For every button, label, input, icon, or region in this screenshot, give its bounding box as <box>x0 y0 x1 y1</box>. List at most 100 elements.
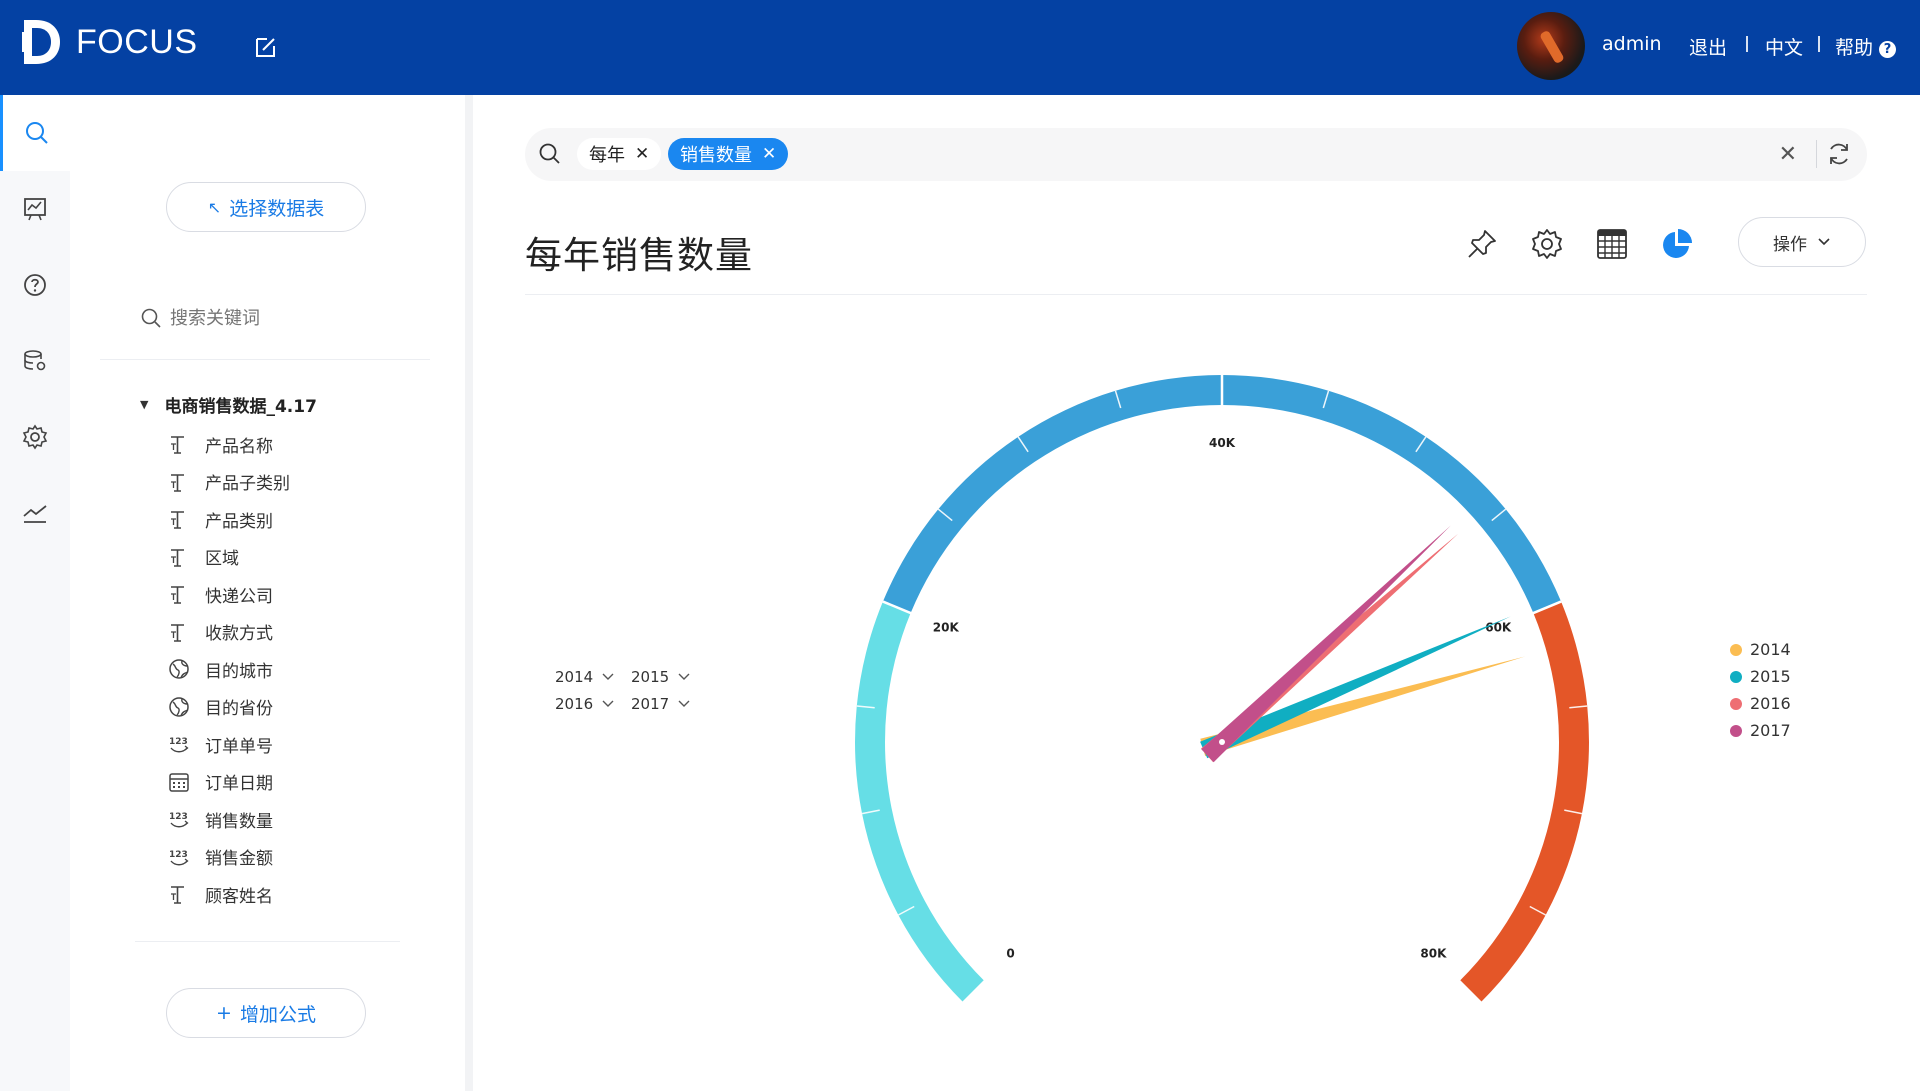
field-label: 目的城市 <box>205 661 273 682</box>
gauge-tick <box>1544 600 1562 610</box>
gauge-needle <box>1200 616 1511 759</box>
gauge-tick-major <box>1531 600 1562 615</box>
legend-item[interactable]: 2014 <box>1730 640 1791 659</box>
field-item[interactable]: 收款方式 <box>167 618 273 646</box>
field-label: 收款方式 <box>205 624 273 644</box>
gauge-tick-label: 60K <box>1485 621 1512 635</box>
gauge-tick <box>1415 436 1427 453</box>
text-field-icon <box>167 545 191 569</box>
help-circle-icon: ? <box>1879 41 1897 58</box>
gauge-tick <box>861 809 880 815</box>
select-table-button[interactable]: ↖ 选择数据表 <box>166 182 366 232</box>
field-item[interactable]: 区域 <box>167 543 239 571</box>
rail-dashboard[interactable] <box>0 171 70 247</box>
legend-item[interactable]: 2015 <box>1730 667 1791 686</box>
field-search-input[interactable] <box>170 307 410 329</box>
divider <box>100 359 430 360</box>
refresh-icon[interactable] <box>1826 140 1852 168</box>
field-item[interactable]: 123 订单单号 <box>167 730 273 758</box>
globe-icon <box>167 657 191 681</box>
field-item[interactable]: 目的省份 <box>167 693 273 721</box>
year-selector-label: 2016 <box>555 695 594 713</box>
number-field-icon: 123 <box>167 807 191 831</box>
user-name[interactable]: admin <box>1602 33 1662 55</box>
text-field-icon <box>167 582 191 606</box>
rail-search[interactable] <box>0 95 70 171</box>
field-label: 产品类别 <box>205 511 273 532</box>
gauge-tick-label: 80K <box>1420 946 1447 960</box>
field-label: 产品子类别 <box>205 474 290 494</box>
focus-logo-icon <box>22 20 60 64</box>
gear-icon <box>1532 229 1562 259</box>
field-search <box>140 300 440 336</box>
table-view-button[interactable] <box>1592 224 1632 264</box>
legend-item[interactable]: 2016 <box>1730 694 1791 713</box>
field-item[interactable]: 产品子类别 <box>167 468 290 496</box>
field-item[interactable]: 订单日期 <box>167 768 273 796</box>
plus-icon: + <box>216 1002 232 1024</box>
field-item[interactable]: 123 销售数量 <box>167 805 273 833</box>
field-item[interactable]: 产品类别 <box>167 505 273 533</box>
header-separator <box>1746 36 1748 52</box>
field-item[interactable]: 顾客姓名 <box>167 880 273 908</box>
year-selector-label: 2014 <box>555 668 594 686</box>
close-icon[interactable]: ✕ <box>762 144 776 164</box>
field-item[interactable]: 快递公司 <box>167 580 273 608</box>
globe-icon <box>167 695 191 719</box>
nav-rail <box>0 95 70 1091</box>
year-selector[interactable]: 2017 <box>631 695 690 713</box>
panel-divider <box>465 95 473 1091</box>
year-selector[interactable]: 2015 <box>631 668 690 686</box>
search-bar[interactable]: 每年 ✕ 销售数量 ✕ ✕ <box>525 128 1867 181</box>
operations-dropdown[interactable]: 操作 <box>1738 217 1866 267</box>
avatar[interactable] <box>1517 12 1585 80</box>
settings-button[interactable] <box>1527 224 1567 264</box>
rail-data[interactable] <box>0 323 70 399</box>
logout-link[interactable]: 退出 <box>1689 33 1727 60</box>
gauge-tick <box>937 508 953 522</box>
operations-label: 操作 <box>1773 234 1807 255</box>
chart-view-button[interactable] <box>1657 224 1697 264</box>
gauge-tick <box>1491 508 1507 522</box>
pin-button[interactable] <box>1462 224 1502 264</box>
help-link[interactable]: 帮助? <box>1835 33 1897 60</box>
legend-marker <box>1730 670 1742 683</box>
rail-help[interactable] <box>0 247 70 323</box>
search-chip-active[interactable]: 销售数量 ✕ <box>668 138 789 170</box>
edit-icon[interactable] <box>252 33 280 61</box>
data-panel: ↖ 选择数据表 ▼ 电商销售数据_4.17 产品名称产品子类别产品类别区域快递公… <box>70 95 465 1091</box>
gauge-needle <box>1201 533 1459 762</box>
field-label: 销售金额 <box>205 849 273 869</box>
header-separator <box>1818 36 1820 52</box>
arrow-up-left-icon: ↖ <box>207 197 222 217</box>
rail-trend[interactable] <box>0 475 70 551</box>
field-item[interactable]: 产品名称 <box>167 430 273 458</box>
close-icon[interactable]: ✕ <box>635 144 649 164</box>
field-item[interactable]: 目的城市 <box>167 655 273 683</box>
year-selector[interactable]: 2016 <box>555 695 614 713</box>
gauge-tick <box>897 905 915 916</box>
legend-marker <box>1730 643 1742 656</box>
database-settings-icon <box>24 350 46 371</box>
chevron-down-icon <box>602 673 614 680</box>
logo[interactable]: FOCUS <box>22 18 198 66</box>
field-label: 产品名称 <box>205 436 273 457</box>
field-label: 目的省份 <box>205 699 273 719</box>
gauge-tick <box>856 705 875 709</box>
table-tree-root[interactable]: ▼ 电商销售数据_4.17 <box>140 392 317 417</box>
year-selector-label: 2017 <box>631 695 670 713</box>
year-selector[interactable]: 2014 <box>555 668 614 686</box>
table-icon <box>1597 229 1627 259</box>
add-formula-button[interactable]: + 增加公式 <box>166 988 366 1038</box>
add-formula-label: 增加公式 <box>239 1003 316 1026</box>
gauge-band <box>882 374 1562 614</box>
clear-search-icon[interactable]: ✕ <box>1779 142 1797 167</box>
language-switch[interactable]: 中文 <box>1765 33 1803 60</box>
number-field-icon: 123 <box>167 732 191 756</box>
field-label: 销售数量 <box>205 811 273 832</box>
field-item[interactable]: 123 销售金额 <box>167 843 273 871</box>
search-chip[interactable]: 每年 ✕ <box>577 138 662 170</box>
rail-settings[interactable] <box>0 399 70 475</box>
year-selector-label: 2015 <box>631 668 670 686</box>
legend-item[interactable]: 2017 <box>1730 721 1791 740</box>
